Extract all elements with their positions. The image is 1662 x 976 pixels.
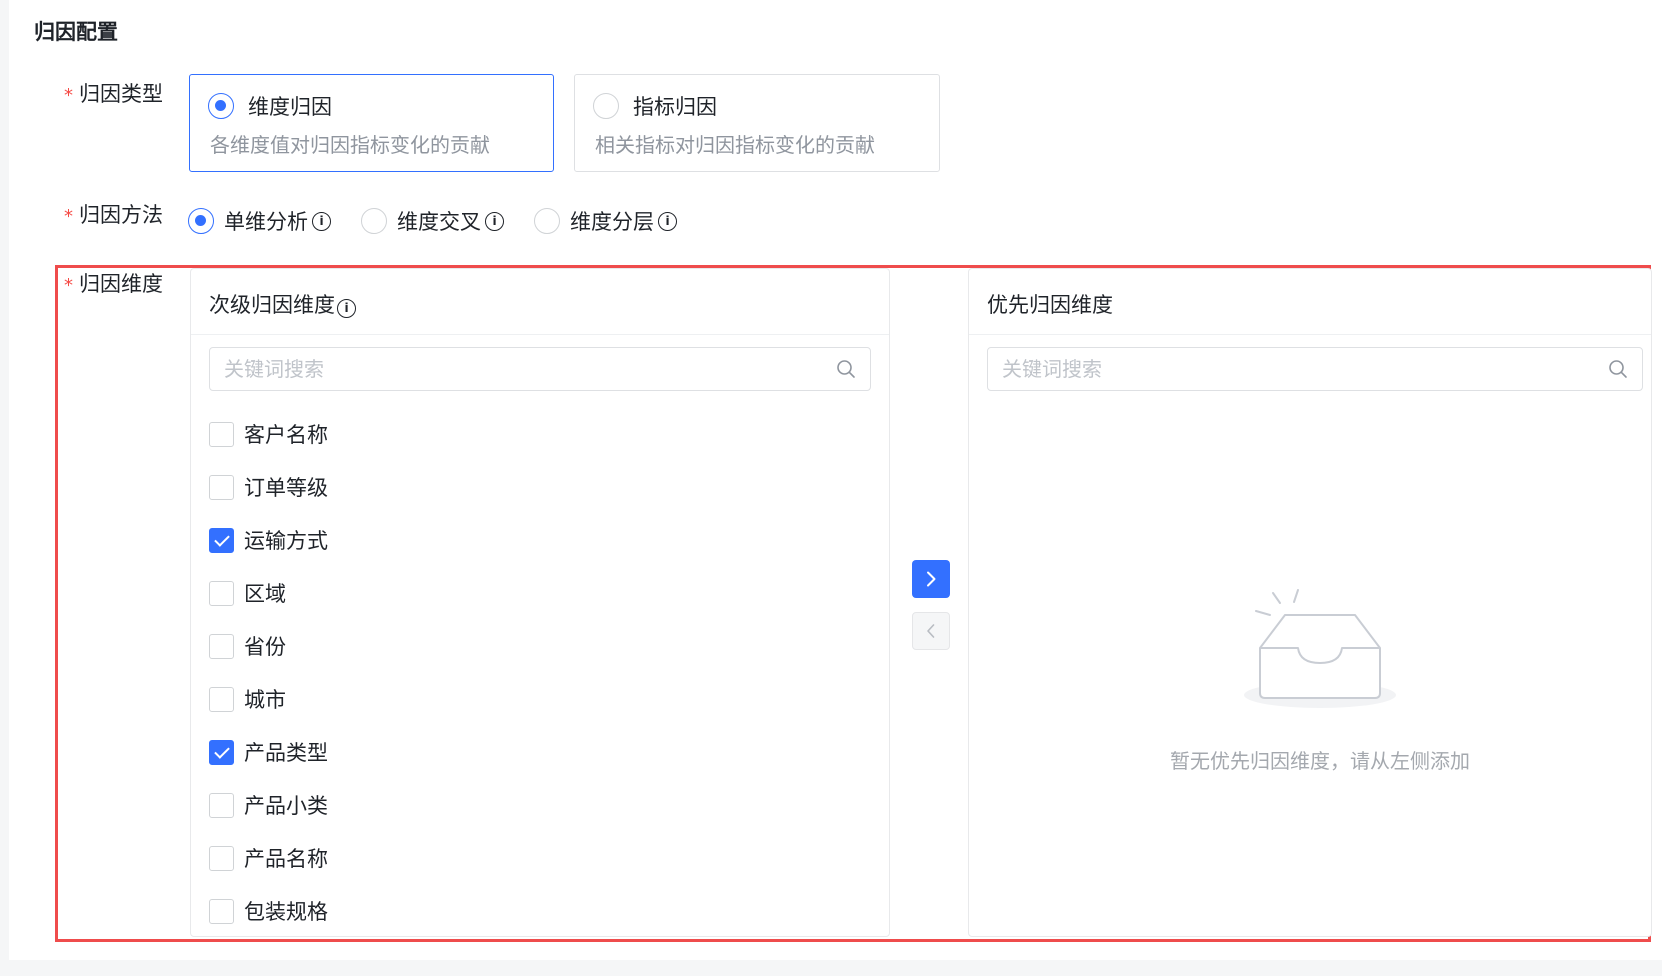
empty-inbox-icon (1244, 589, 1396, 708)
dimension-item-label: 运输方式 (244, 529, 328, 553)
dimension-checkbox[interactable] (209, 580, 234, 606)
attribution-type-label: * 归因类型 (64, 78, 163, 108)
method-cross-label: 维度交叉 (397, 210, 481, 234)
dimension-checkbox[interactable] (209, 527, 234, 553)
type-dimension-radio[interactable] (208, 93, 234, 119)
secondary-search[interactable] (209, 347, 871, 391)
secondary-panel-title-text: 次级归因维度 (209, 293, 335, 317)
priority-panel-header: 优先归因维度 (969, 269, 1651, 335)
dimension-item-label: 省份 (244, 635, 286, 659)
dimension-item-province[interactable]: 省份 (209, 631, 286, 661)
dimension-checkbox[interactable] (209, 898, 234, 924)
dimension-item-product-subcategory[interactable]: 产品小类 (209, 790, 328, 820)
dimension-checkbox[interactable] (209, 421, 234, 447)
method-layered-radio[interactable] (534, 208, 560, 234)
dimension-item-ship-mode[interactable]: 运输方式 (209, 525, 328, 555)
section-title: 归因配置 (34, 20, 118, 44)
dimension-item-label: 包装规格 (244, 900, 328, 924)
chevron-left-icon (927, 624, 935, 638)
dimension-item-label: 城市 (244, 688, 286, 712)
dimension-item-region[interactable]: 区域 (209, 578, 286, 608)
method-single-radio[interactable] (188, 208, 214, 234)
method-option-single[interactable]: 单维分析 i (188, 206, 331, 236)
method-cross-radio[interactable] (361, 208, 387, 234)
type-card-dimension[interactable]: 维度归因 各维度值对归因指标变化的贡献 (189, 74, 554, 172)
move-right-button[interactable] (912, 560, 950, 598)
type-metric-radio[interactable] (593, 93, 619, 119)
type-metric-desc: 相关指标对归因指标变化的贡献 (595, 133, 875, 157)
info-icon[interactable]: i (337, 299, 356, 318)
info-icon[interactable]: i (485, 211, 504, 231)
dimension-checkbox[interactable] (209, 739, 234, 765)
search-icon[interactable] (836, 359, 856, 379)
dimension-item-label: 区域 (244, 582, 286, 606)
type-metric-title: 指标归因 (633, 95, 717, 119)
dimension-item-label: 客户名称 (244, 423, 328, 447)
required-mark: * (64, 206, 73, 227)
dimension-item-city[interactable]: 城市 (209, 684, 286, 714)
priority-search-input[interactable] (1002, 348, 1526, 390)
method-single-label: 单维分析 (224, 210, 308, 234)
attribution-dimension-label: * 归因维度 (64, 268, 163, 298)
info-icon[interactable]: i (312, 211, 331, 231)
secondary-panel-title: 次级归因维度 i (209, 289, 356, 319)
priority-search[interactable] (987, 347, 1643, 391)
dimension-checkbox[interactable] (209, 633, 234, 659)
page-gutter (0, 0, 9, 976)
dimension-item-customer-name[interactable]: 客户名称 (209, 419, 328, 449)
dimension-item-product-type[interactable]: 产品类型 (209, 737, 328, 767)
info-icon[interactable]: i (658, 211, 677, 231)
move-left-button[interactable] (912, 612, 950, 650)
dimension-item-packaging[interactable]: 包装规格 (209, 896, 328, 926)
attribution-dimension-label-text: 归因维度 (79, 272, 163, 296)
method-layered-label: 维度分层 (570, 210, 654, 234)
attribution-method-label-text: 归因方法 (79, 203, 163, 227)
secondary-panel-header: 次级归因维度 i (191, 269, 889, 335)
dimension-item-label: 产品名称 (244, 847, 328, 871)
dimension-item-label: 订单等级 (244, 476, 328, 500)
search-icon[interactable] (1608, 359, 1628, 379)
dimension-checkbox[interactable] (209, 474, 234, 500)
dimension-item-product-name[interactable]: 产品名称 (209, 843, 328, 873)
dimension-item-label: 产品类型 (244, 741, 328, 765)
secondary-dimension-panel: 次级归因维度i 客户名称 订单等级 运输方式 区域 省份 城市 产品类型 产品 (190, 268, 890, 937)
priority-panel-title: 优先归因维度 (987, 293, 1113, 317)
empty-state-text: 暂无优先归因维度，请从左侧添加 (1170, 749, 1470, 773)
required-mark: * (64, 275, 73, 296)
method-option-cross[interactable]: 维度交叉 i (361, 206, 504, 236)
required-mark: * (64, 85, 73, 106)
dimension-checkbox[interactable] (209, 792, 234, 818)
chevron-right-icon (927, 571, 936, 587)
attribution-type-label-text: 归因类型 (79, 82, 163, 106)
dimension-checkbox[interactable] (209, 686, 234, 712)
dimension-item-order-level[interactable]: 订单等级 (209, 472, 328, 502)
attribution-method-label: * 归因方法 (64, 199, 163, 229)
method-option-layered[interactable]: 维度分层 i (534, 206, 677, 236)
dimension-item-label: 产品小类 (244, 794, 328, 818)
type-dimension-desc: 各维度值对归因指标变化的贡献 (210, 133, 490, 157)
page-footer-strip (0, 960, 1662, 976)
type-card-metric[interactable]: 指标归因 相关指标对归因指标变化的贡献 (574, 74, 940, 172)
type-dimension-title: 维度归因 (248, 95, 332, 119)
secondary-search-input[interactable] (224, 348, 752, 390)
dimension-checkbox[interactable] (209, 845, 234, 871)
